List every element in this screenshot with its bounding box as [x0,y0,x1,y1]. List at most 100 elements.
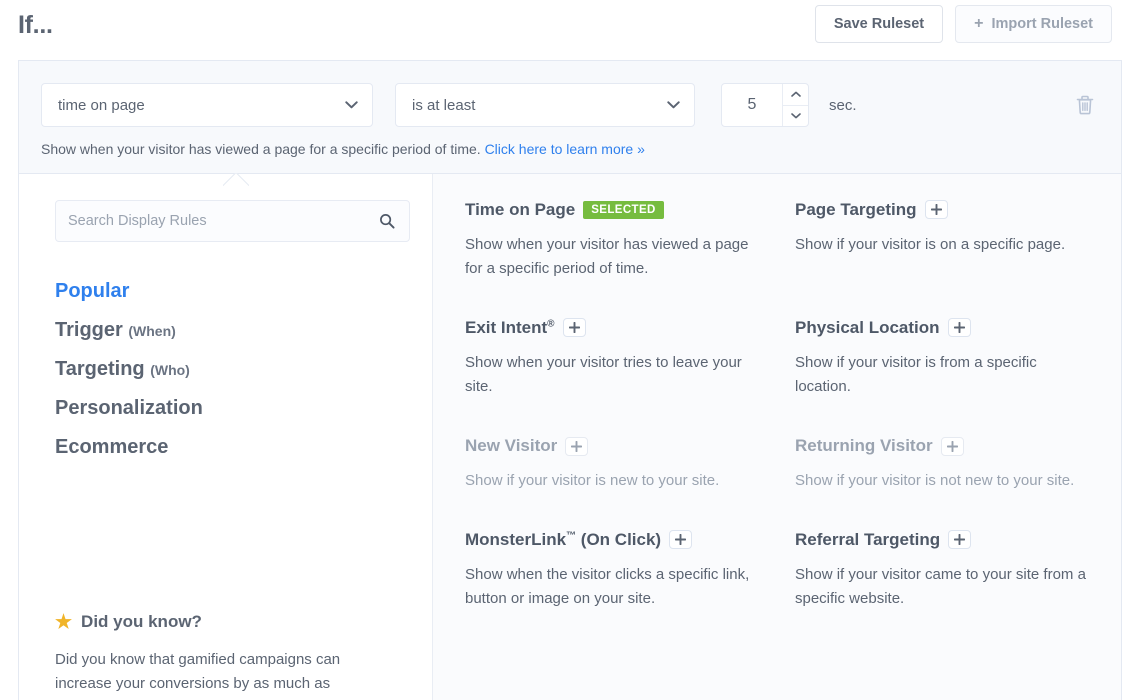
add-rule-button[interactable] [669,530,692,549]
sidebar-item-label: Ecommerce [55,436,168,458]
rule-card-title: Time on Page SELECTED [465,200,769,220]
display-rules-grid: Time on Page SELECTED Show when your vis… [433,174,1121,700]
stepper-up-button[interactable] [783,84,808,106]
rule-card-description: Show if your visitor is not new to your … [795,469,1095,493]
rule-card-physical-location[interactable]: Physical Location Show if your visitor i… [795,318,1099,399]
rule-card-title-text: Referral Targeting [795,530,940,550]
rule-card-title-text: Physical Location [795,318,940,338]
chevron-up-icon [791,91,801,97]
rule-card-title: MonsterLink™ (On Click) [465,530,769,550]
rule-row: time on page is at least [41,83,1099,127]
rule-card-new-visitor[interactable]: New Visitor Show if your visitor is new … [465,436,769,493]
trademark-mark: ™ [566,530,576,541]
rule-card-title-main: MonsterLink [465,530,566,549]
rule-description: Show when your visitor has viewed a page… [41,141,1099,157]
amount-input[interactable] [722,84,782,126]
condition-select[interactable]: time on page [41,83,373,127]
delete-rule-button[interactable] [1071,90,1099,120]
rules-category-nav: Popular Trigger (When) Targeting (Who) P… [55,280,410,458]
import-ruleset-button[interactable]: + Import Ruleset [955,5,1112,43]
search-display-rules[interactable] [55,200,410,242]
did-you-know-heading: Did you know? [81,612,202,632]
rule-card-title-text: Exit Intent® [465,318,555,338]
panel-body: Popular Trigger (When) Targeting (Who) P… [19,174,1121,700]
rule-card-description: Show if your visitor came to your site f… [795,563,1095,612]
rule-card-title: Referral Targeting [795,530,1099,550]
panel-notch [223,173,249,186]
stepper-down-button[interactable] [783,106,808,127]
add-rule-button[interactable] [948,530,971,549]
learn-more-link[interactable]: Click here to learn more » [485,141,645,157]
add-rule-button[interactable] [941,437,964,456]
rule-card-description: Show if your visitor is new to your site… [465,469,765,493]
rule-card-returning-visitor[interactable]: Returning Visitor Show if your visitor i… [795,436,1099,493]
plus-icon [954,322,965,333]
page-title: If... [18,11,53,38]
operator-select[interactable]: is at least [395,83,695,127]
did-you-know-title: ★ Did you know? [55,612,410,632]
rule-card-description: Show when your visitor has viewed a page… [465,233,765,282]
add-rule-button[interactable] [948,318,971,337]
plus-icon: + [974,16,983,32]
plus-icon [931,204,942,215]
operator-select-value: is at least [412,97,475,114]
rule-card-description: Show when the visitor clicks a specific … [465,563,765,612]
page-header: If... Save Ruleset + Import Ruleset [0,0,1140,48]
sidebar-item-trigger[interactable]: Trigger (When) [55,319,410,341]
rule-card-title-text: Returning Visitor [795,436,933,456]
rule-card-exit-intent[interactable]: Exit Intent® Show when your visitor trie… [465,318,769,399]
plus-icon [571,441,582,452]
rule-card-description: Show if your visitor is from a specific … [795,351,1095,400]
sidebar-item-personalization[interactable]: Personalization [55,397,410,419]
amount-stepper[interactable] [721,83,809,127]
add-rule-button[interactable] [563,318,586,337]
sidebar-item-popular[interactable]: Popular [55,280,410,302]
search-input[interactable] [68,213,367,229]
chevron-down-icon [791,113,801,119]
did-you-know-text: Did you know that gamified campaigns can… [55,648,395,696]
status-badge: SELECTED [583,201,664,220]
sidebar-item-label: Popular [55,280,129,302]
save-ruleset-button[interactable]: Save Ruleset [815,5,943,43]
search-icon[interactable] [379,213,395,229]
add-rule-button[interactable] [565,437,588,456]
rule-card-referral-targeting[interactable]: Referral Targeting Show if your visitor … [795,530,1099,611]
rule-card-title: Physical Location [795,318,1099,338]
rule-card-title-text: Time on Page [465,200,575,220]
star-icon: ★ [55,613,72,632]
rule-card-title: Returning Visitor [795,436,1099,456]
rule-card-title: Exit Intent® [465,318,769,338]
rule-card-title-text: MonsterLink™ (On Click) [465,530,661,550]
add-rule-button[interactable] [925,200,948,219]
registered-mark: ® [547,318,554,329]
stepper-arrows [782,84,808,126]
rule-card-monsterlink[interactable]: MonsterLink™ (On Click) Show when the vi… [465,530,769,611]
rule-card-title: New Visitor [465,436,769,456]
sidebar-item-qualifier: (Who) [150,362,190,378]
sidebar-item-ecommerce[interactable]: Ecommerce [55,436,410,458]
sidebar-item-label: Trigger [55,319,123,341]
plus-icon [675,534,686,545]
rule-card-title-text: New Visitor [465,436,557,456]
chevron-down-icon [667,101,680,109]
sidebar-item-qualifier: (When) [128,323,175,339]
header-actions: Save Ruleset + Import Ruleset [815,5,1112,43]
display-rules-panel: time on page is at least [18,60,1122,700]
rules-sidebar: Popular Trigger (When) Targeting (Who) P… [19,174,433,700]
plus-icon [569,322,580,333]
rule-card-title-suffix: (On Click) [581,530,661,549]
did-you-know-section: ★ Did you know? Did you know that gamifi… [55,612,410,700]
rule-card-page-targeting[interactable]: Page Targeting Show if your visitor is o… [795,200,1099,281]
plus-icon [947,441,958,452]
sidebar-item-label: Targeting [55,358,145,380]
rule-card-time-on-page[interactable]: Time on Page SELECTED Show when your vis… [465,200,769,281]
chevron-down-icon [345,101,358,109]
rule-card-title: Page Targeting [795,200,1099,220]
rule-card-title-main: Exit Intent [465,318,547,337]
rule-bar: time on page is at least [19,61,1121,174]
rule-card-title-text: Page Targeting [795,200,917,220]
rule-card-description: Show when your visitor tries to leave yo… [465,351,765,400]
sidebar-item-targeting[interactable]: Targeting (Who) [55,358,410,380]
trash-icon [1075,94,1095,116]
rule-description-text: Show when your visitor has viewed a page… [41,141,481,157]
